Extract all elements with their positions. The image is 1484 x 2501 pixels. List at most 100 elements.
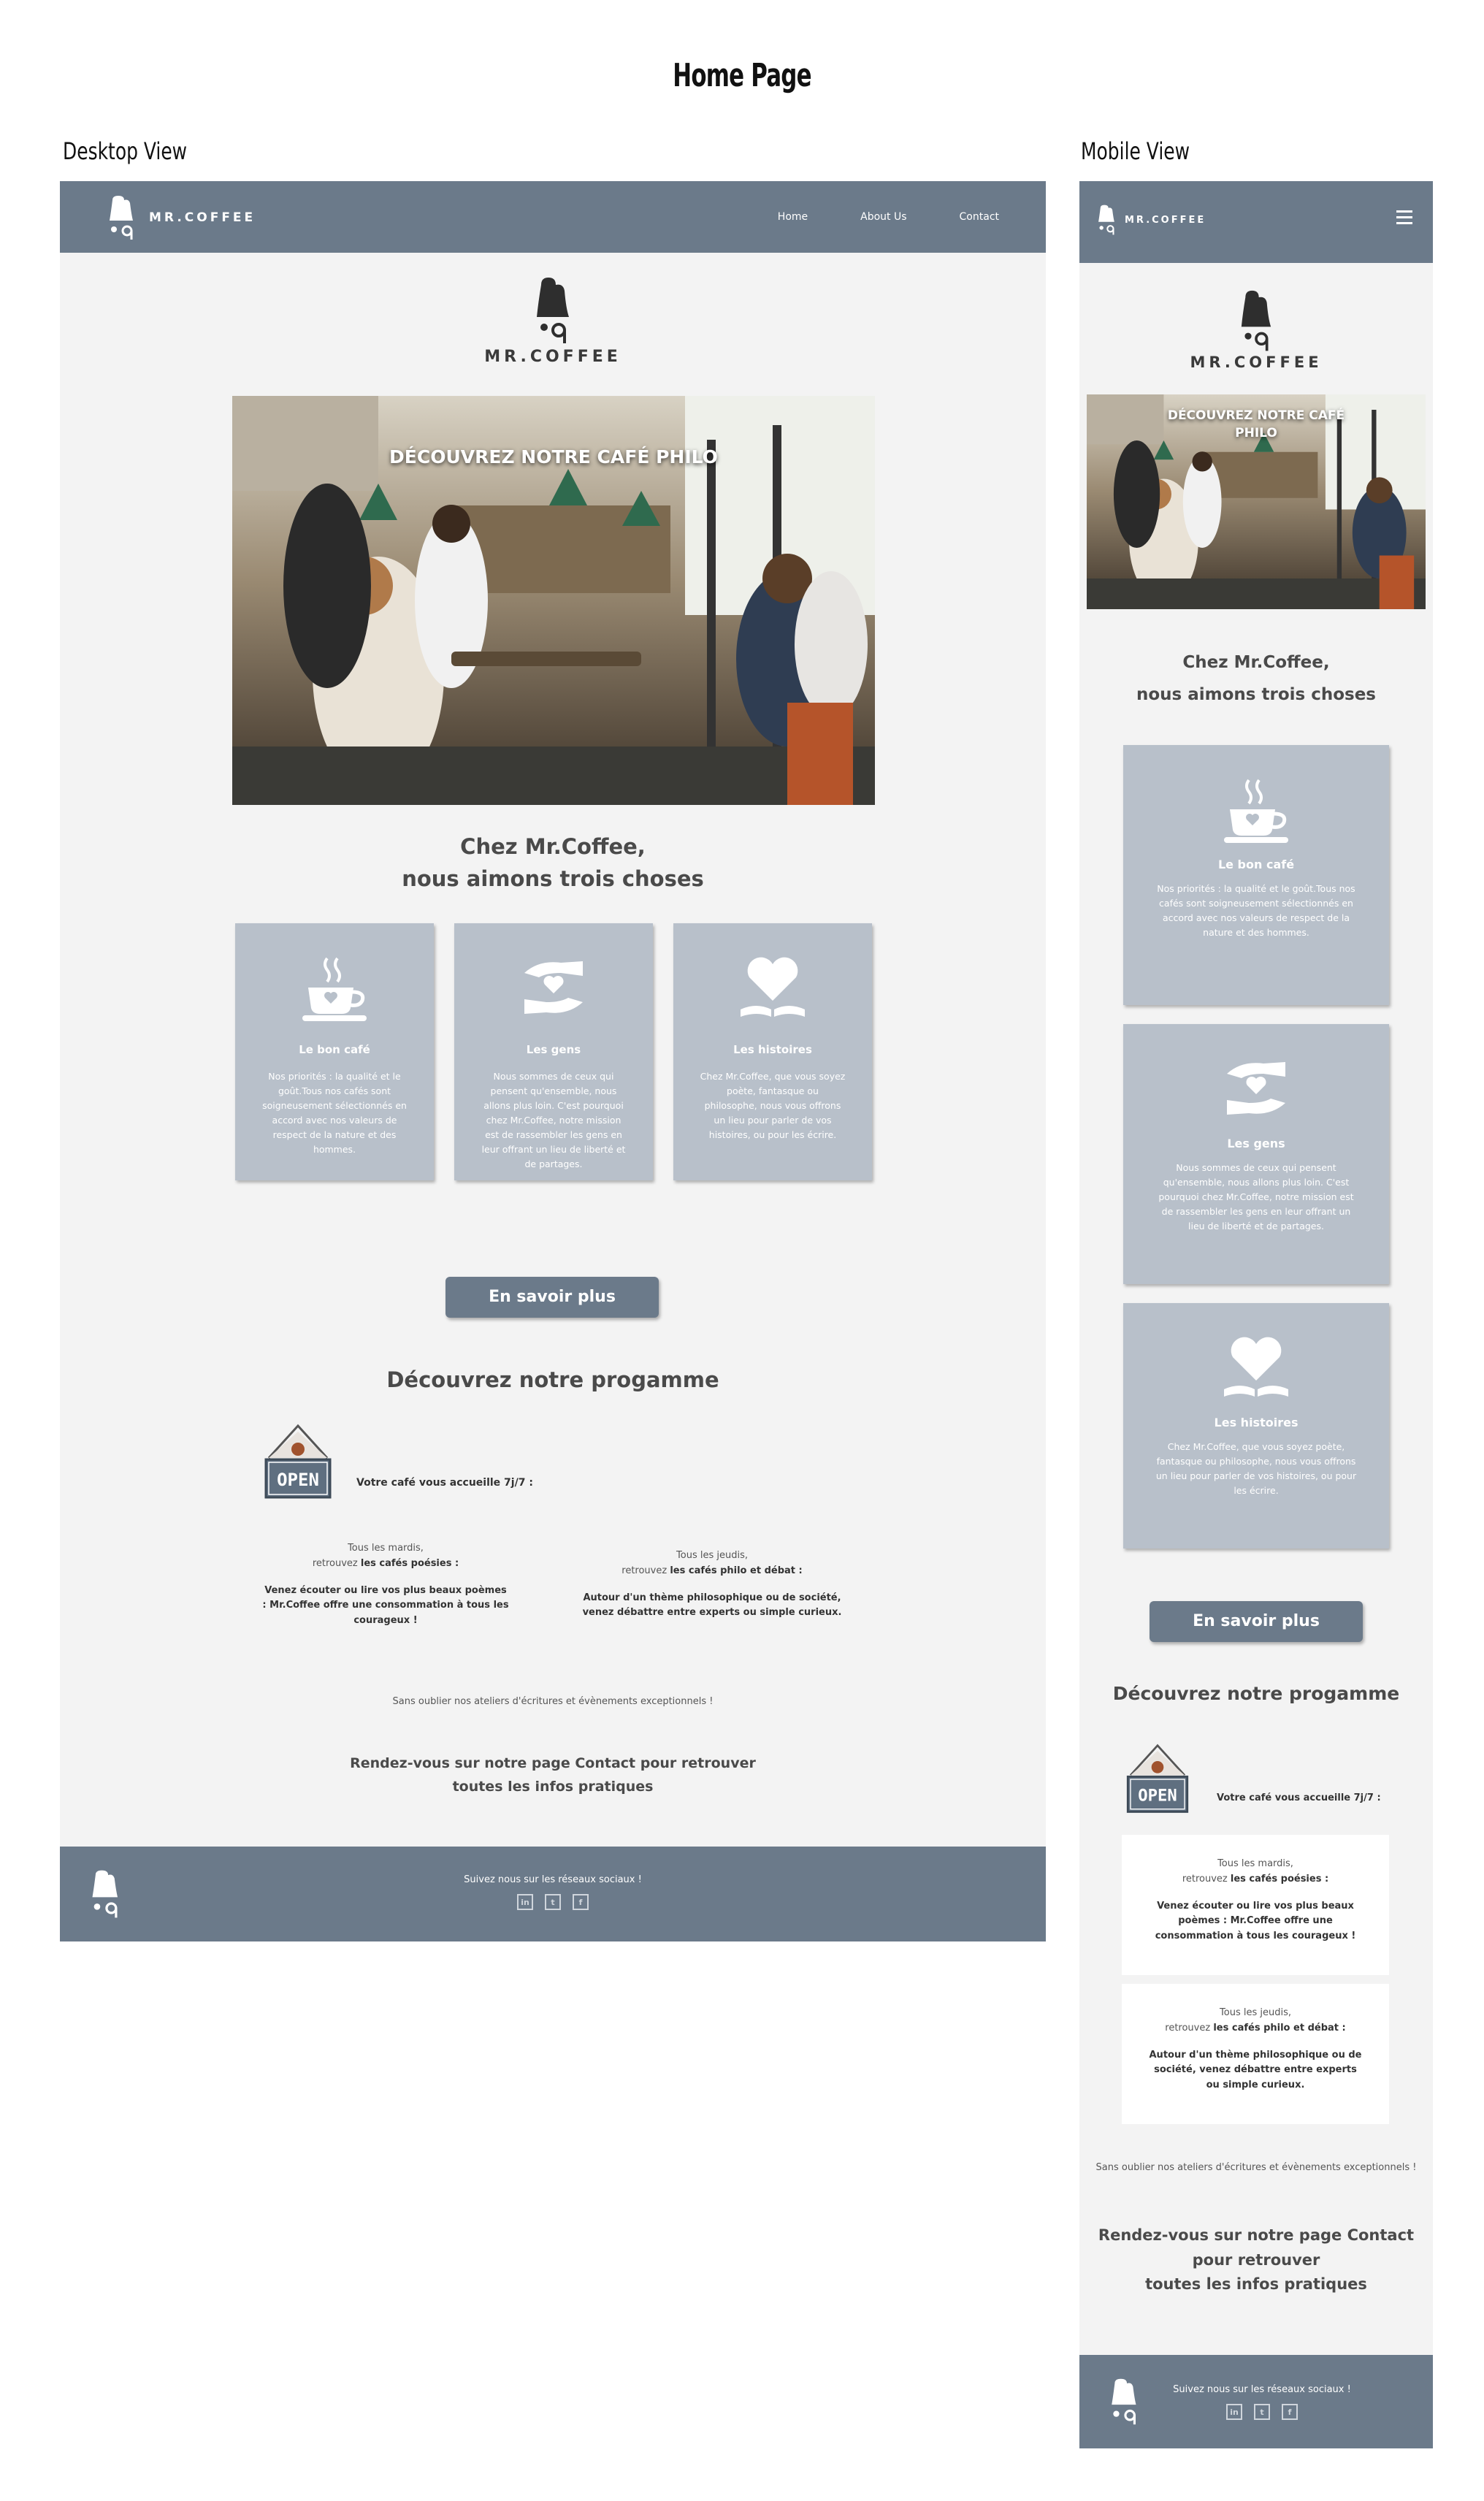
- hero-title: DÉCOUVREZ NOTRE CAFÉ PHILO: [389, 446, 718, 467]
- desktop-mockup: MR.COFFEE Home About Us Contact MR.COFFE…: [60, 181, 1046, 1941]
- nav-logo[interactable]: MR.COFFEE: [105, 194, 256, 241]
- linkedin-icon[interactable]: in: [517, 1894, 533, 1910]
- open-sign-text: OPEN: [1138, 1787, 1177, 1806]
- linkedin-icon[interactable]: in: [1226, 2404, 1242, 2420]
- thursday-pre: retrouvez: [1165, 2022, 1214, 2034]
- facebook-icon[interactable]: f: [573, 1894, 589, 1910]
- center-brand: MR.COFFEE: [484, 348, 621, 366]
- open-sign-text: OPEN: [277, 1470, 319, 1490]
- card-title: Les histoires: [733, 1043, 812, 1056]
- workshops-text: Sans oublier nos ateliers d'écritures et…: [392, 1696, 714, 1707]
- tuesday-pre: retrouvez: [1182, 1873, 1231, 1885]
- intro-heading: Chez Mr.Coffee, nous aimons trois choses: [1079, 647, 1433, 711]
- thursday-desc: Autour d'un thème philosophique ou de so…: [582, 1592, 842, 1619]
- coffee-cup-icon: [1224, 779, 1288, 843]
- thursday-block: Tous les jeudis, retrouvez les cafés phi…: [1122, 1984, 1389, 2124]
- open-sign-icon: OPEN: [264, 1424, 332, 1499]
- thursday-line: Tous les jeudis,: [676, 1550, 748, 1561]
- twitter-icon[interactable]: t: [1254, 2404, 1270, 2420]
- heart-book-icon: [741, 957, 805, 1017]
- hero-title: DÉCOUVREZ NOTRE CAFÉ PHILO: [1167, 408, 1345, 440]
- card-good-coffee: Le bon café Nos priorités : la qualité e…: [1123, 745, 1389, 1005]
- nav-brand: MR.COFFEE: [1125, 214, 1206, 226]
- nav-link-home[interactable]: Home: [778, 211, 808, 223]
- hamburger-icon[interactable]: [1396, 210, 1412, 224]
- card-title: Le bon café: [299, 1043, 370, 1056]
- bell-logo-icon: [1241, 290, 1271, 351]
- tuesday-block: Tous les mardis, retrouvez les cafés poé…: [1122, 1835, 1389, 1975]
- page-title: Home Page: [673, 57, 811, 94]
- nav-brand: MR.COFFEE: [149, 210, 256, 225]
- card-stories: Les histoires Chez Mr.Coffee, que vous s…: [673, 923, 872, 1180]
- workshops-text: Sans oublier nos ateliers d'écritures et…: [1095, 2162, 1417, 2173]
- contact-line-1: Rendez-vous sur notre page Contact pour …: [350, 1755, 756, 1771]
- mobile-view-label: Mobile View: [1081, 137, 1190, 165]
- thursday-line: Tous les jeudis,: [1220, 2007, 1291, 2018]
- card-title: Les histoires: [1214, 1416, 1298, 1429]
- card-stories: Les histoires Chez Mr.Coffee, que vous s…: [1123, 1303, 1389, 1549]
- tuesday-bold: les cafés poésies :: [1230, 1873, 1329, 1885]
- center-logo: MR.COFFEE: [1183, 289, 1329, 371]
- card-text: Nous sommes de ceux qui pensent qu'ensem…: [481, 1071, 626, 1169]
- tuesday-desc: Venez écouter ou lire vos plus beaux poè…: [262, 1584, 509, 1627]
- hero-image: DÉCOUVREZ NOTRE CAFÉ PHILO: [232, 396, 875, 805]
- card-good-coffee: Le bon café Nos priorités : la qualité e…: [235, 923, 434, 1180]
- contact-heading: Rendez-vous sur notre page Contact pour …: [60, 1752, 1046, 1799]
- nav-logo[interactable]: MR.COFFEE: [1095, 203, 1206, 237]
- learn-more-button[interactable]: En savoir plus: [1150, 1601, 1363, 1642]
- contact-line-1: Rendez-vous sur notre page Contact: [1098, 2226, 1415, 2244]
- learn-more-button[interactable]: En savoir plus: [445, 1277, 659, 1318]
- heart-book-icon: [1224, 1337, 1288, 1397]
- desktop-footer: Suivez nous sur les réseaux sociaux ! in…: [60, 1847, 1046, 1941]
- thursday-bold: les cafés philo et débat :: [670, 1565, 803, 1576]
- intro-line-1: Chez Mr.Coffee,: [460, 834, 646, 859]
- twitter-icon[interactable]: t: [545, 1894, 561, 1910]
- caring-hands-icon: [524, 961, 583, 1014]
- welcome-text: Votre café vous accueille 7j/7 :: [356, 1477, 533, 1489]
- nav-link-contact[interactable]: Contact: [960, 211, 999, 223]
- contact-heading: Rendez-vous sur notre page Contact pour …: [1079, 2223, 1433, 2297]
- caring-hands-icon: [1227, 1062, 1285, 1115]
- footer-text: Suivez nous sur les réseaux sociaux !: [1173, 2384, 1351, 2395]
- tuesday-line: Tous les mardis,: [1217, 1858, 1293, 1869]
- tuesday-desc: Venez écouter ou lire vos plus beaux poè…: [1155, 1900, 1356, 1942]
- thursday-pre: retrouvez: [621, 1565, 670, 1576]
- facebook-icon[interactable]: f: [1282, 2404, 1298, 2420]
- card-people: Les gens Nous sommes de ceux qui pensent…: [454, 923, 653, 1180]
- card-people: Les gens Nous sommes de ceux qui pensent…: [1123, 1024, 1389, 1284]
- thursday-block: Tous les jeudis, retrouvez les cafés phi…: [577, 1549, 847, 1621]
- card-text: Nos priorités : la qualité et le goût.To…: [262, 1071, 407, 1155]
- contact-line-2: toutes les infos pratiques: [452, 1779, 654, 1795]
- mobile-footer: Suivez nous sur les réseaux sociaux ! in…: [1079, 2355, 1433, 2448]
- program-heading: Découvrez notre progamme: [1112, 1683, 1400, 1704]
- center-logo: MR.COFFEE: [480, 276, 626, 366]
- intro-line-1: Chez Mr.Coffee,: [1182, 653, 1330, 672]
- mobile-mockup: MR.COFFEE MR.COFFEE DÉCOUVREZ NOTRE CAFÉ…: [1079, 181, 1433, 2448]
- intro-line-2: nous aimons trois choses: [1136, 684, 1376, 704]
- intro-line-2: nous aimons trois choses: [402, 866, 704, 891]
- tuesday-line: Tous les mardis,: [348, 1543, 424, 1554]
- desktop-view-label: Desktop View: [63, 137, 188, 165]
- card-text: Nous sommes de ceux qui pensent qu'ensem…: [1158, 1162, 1354, 1232]
- thursday-desc: Autour d'un thème philosophique ou de so…: [1149, 2049, 1362, 2091]
- welcome-text: Votre café vous accueille 7j/7 :: [1217, 1792, 1381, 1803]
- nav-link-about[interactable]: About Us: [860, 211, 906, 223]
- open-sign-icon: OPEN: [1126, 1744, 1189, 1813]
- footer-logo-icon: [1112, 2378, 1136, 2425]
- card-text: Chez Mr.Coffee, que vous soyez poète, fa…: [700, 1071, 846, 1140]
- coffee-cup-icon: [302, 957, 367, 1021]
- card-title: Le bon café: [1217, 858, 1295, 871]
- tuesday-pre: retrouvez: [312, 1557, 361, 1569]
- card-text: Chez Mr.Coffee, que vous soyez poète, fa…: [1155, 1441, 1357, 1496]
- bell-logo-icon: [537, 278, 569, 343]
- thursday-bold: les cafés philo et débat :: [1213, 2022, 1346, 2034]
- footer-text: Suivez nous sur les réseaux sociaux !: [464, 1874, 642, 1885]
- intro-heading: Chez Mr.Coffee, nous aimons trois choses: [60, 831, 1046, 895]
- desktop-navbar: MR.COFFEE Home About Us Contact: [60, 181, 1046, 253]
- mobile-navbar: MR.COFFEE: [1079, 181, 1433, 263]
- bell-logo-icon: [1098, 205, 1114, 235]
- card-title: Les gens: [1227, 1137, 1285, 1150]
- center-brand: MR.COFFEE: [1190, 354, 1323, 371]
- bell-logo-icon: [110, 196, 133, 240]
- program-heading: Découvrez notre progamme: [386, 1367, 719, 1392]
